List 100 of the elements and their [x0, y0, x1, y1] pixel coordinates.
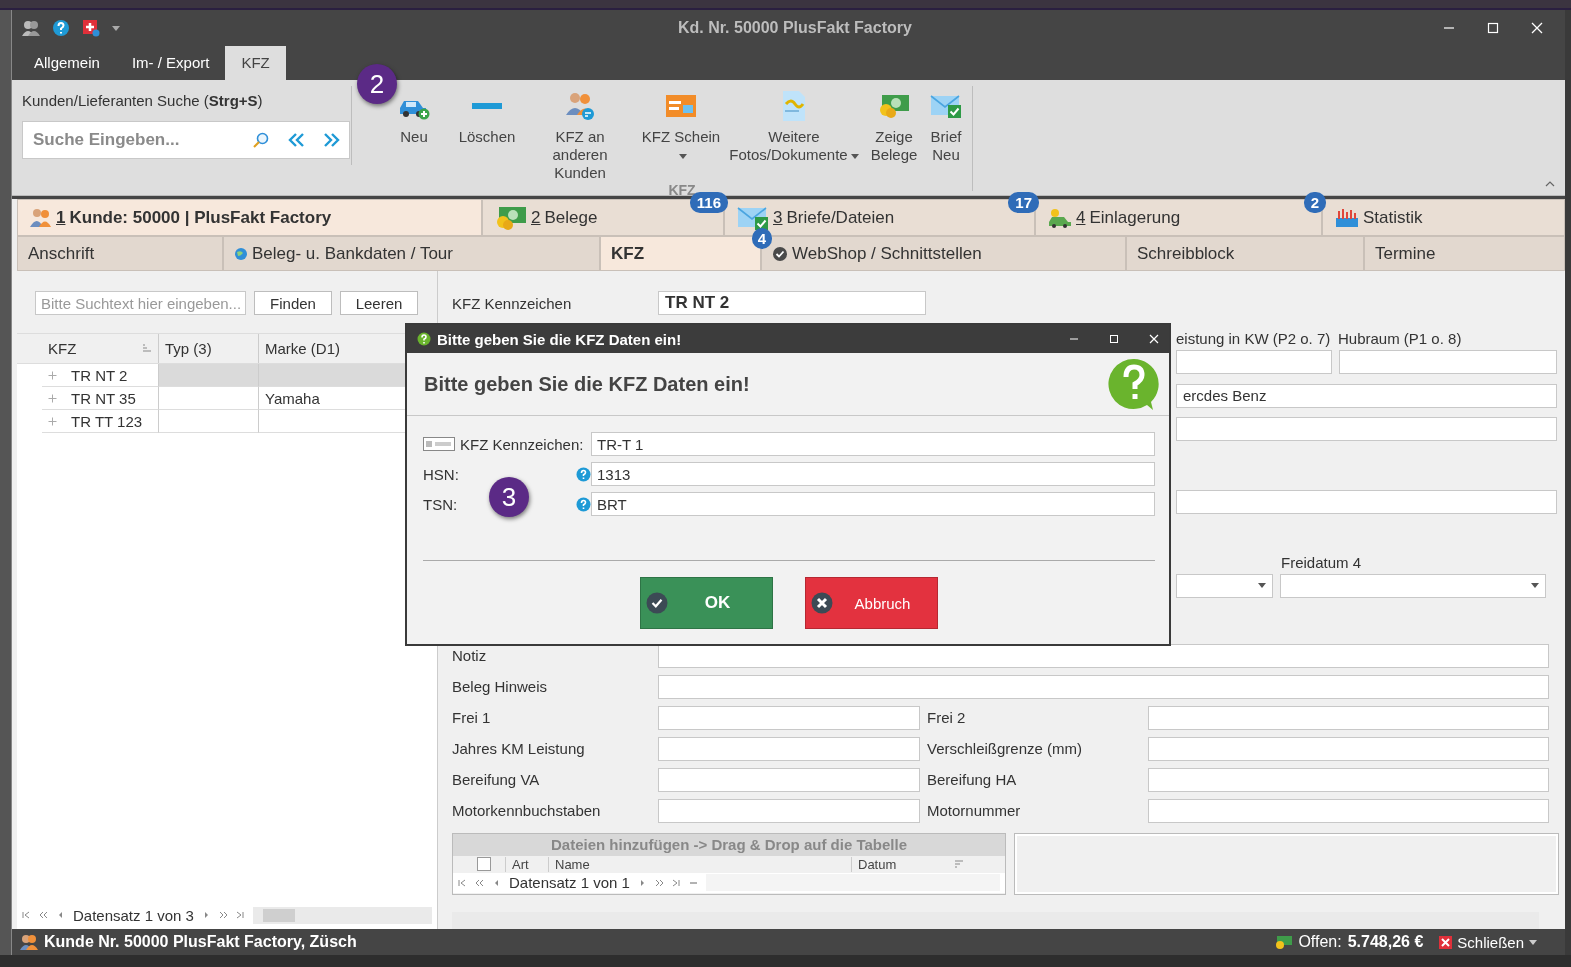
expand-icon[interactable]	[48, 370, 57, 380]
field-label: Motornummer	[926, 802, 1022, 820]
input-field[interactable]	[658, 643, 1549, 668]
input-field[interactable]	[1176, 489, 1557, 514]
input-field[interactable]	[1176, 349, 1332, 374]
search-bar[interactable]: Suche Eingeben...	[22, 121, 350, 159]
people-icon	[30, 207, 52, 228]
clear-button[interactable]: Leeren	[340, 291, 418, 315]
close-icon	[1439, 935, 1453, 949]
close-icon[interactable]	[1149, 334, 1159, 344]
ribbon-tab[interactable]: KFZ	[225, 46, 286, 80]
ribbon-button[interactable]: Löschen	[455, 86, 519, 146]
input-field[interactable]: BRT	[591, 492, 1155, 516]
find-button[interactable]: Finden	[254, 291, 332, 315]
search-icon[interactable]	[253, 132, 269, 148]
caret-icon	[112, 25, 120, 31]
ribbon-button[interactable]: Weitere Fotos/Dokumente	[729, 86, 859, 164]
last-record-icon[interactable]	[235, 911, 245, 919]
input-field[interactable]	[658, 798, 920, 823]
first-record-icon[interactable]	[22, 911, 31, 919]
record-counter: Datensatz 1 von 1	[509, 874, 630, 892]
expand-icon[interactable]	[48, 416, 57, 426]
field-label: Bereifung HA	[926, 771, 1018, 789]
collapse-icon[interactable]	[1545, 181, 1555, 187]
previous-page-icon[interactable]	[475, 878, 484, 887]
document-icon	[781, 90, 807, 122]
field-label: Frei 1	[452, 709, 492, 727]
tab[interactable]: Termine	[1364, 236, 1565, 271]
field-label: Verschleißgrenze (mm)	[926, 740, 1084, 758]
last-record-icon[interactable]	[671, 878, 681, 887]
question-bubble-icon	[1107, 357, 1161, 411]
scrollbar[interactable]	[252, 906, 432, 924]
scrollbar[interactable]	[452, 912, 1539, 929]
input-field[interactable]	[1148, 767, 1549, 792]
input-field[interactable]: ercdes Benz	[1176, 383, 1557, 408]
next-page-icon[interactable]	[218, 911, 228, 919]
input-field[interactable]: 1313	[591, 462, 1155, 486]
column-header[interactable]: KFZ	[42, 334, 159, 363]
input-field[interactable]	[1339, 349, 1557, 374]
license-plate-icon	[423, 437, 455, 451]
ribbon-button[interactable]: Neu	[398, 86, 430, 146]
column-header[interactable]: Name	[548, 856, 851, 872]
expand-icon[interactable]	[48, 393, 57, 403]
tab[interactable]: 1 Kunde: 50000 | PlusFakt Factory	[17, 199, 482, 236]
input-field[interactable]	[1148, 736, 1549, 761]
field-label: Hubraum (P1 o. 8)	[1338, 330, 1463, 348]
help-icon	[417, 332, 431, 346]
tab[interactable]: Schreibblock	[1126, 236, 1364, 271]
sort-icon[interactable]	[954, 859, 964, 869]
close-icon[interactable]	[1531, 22, 1543, 34]
cancel-button[interactable]: Abbruch	[805, 577, 938, 629]
ribbon-tab[interactable]: Im- / Export	[115, 46, 226, 80]
checkbox[interactable]	[477, 857, 491, 872]
table-cell: TR TT 123	[42, 410, 159, 433]
money-icon	[495, 204, 527, 231]
column-header[interactable]: Datum	[851, 856, 954, 872]
ribbon-tab[interactable]: Allgemein	[18, 46, 116, 80]
double-chevron-right-icon[interactable]	[323, 132, 341, 148]
column-header[interactable]: Art	[505, 856, 548, 872]
search-field[interactable]: Bitte Suchtext hier eingeben...	[35, 291, 246, 315]
people-icon[interactable]	[22, 20, 40, 36]
table-cell: TR NT 2	[42, 364, 159, 387]
maximize-icon[interactable]	[1109, 334, 1119, 344]
input-field[interactable]	[658, 705, 920, 730]
input-field[interactable]	[658, 674, 1549, 699]
input-field[interactable]	[1148, 705, 1549, 730]
flag-icon[interactable]	[82, 19, 100, 37]
input-field[interactable]	[658, 736, 920, 761]
ok-button[interactable]: OK	[640, 577, 773, 629]
field-label: Bereifung VA	[452, 771, 541, 789]
search-label: Kunden/Lieferanten Suche (Strg+S)	[22, 92, 264, 109]
caret-icon	[1531, 583, 1539, 589]
window-title: Kd. Nr. 50000 PlusFakt Factory	[677, 19, 913, 37]
tab[interactable]: Statistik	[1322, 199, 1565, 236]
ribbon-button[interactable]: Brief Neu	[926, 86, 966, 164]
globe-icon	[234, 246, 248, 261]
ribbon-button[interactable]: KFZ an anderen Kunden	[527, 86, 633, 182]
input-field[interactable]	[1148, 798, 1549, 823]
help-icon[interactable]	[52, 19, 70, 37]
ribbon-button[interactable]: Zeige Belege	[869, 86, 919, 164]
step-marker: 2	[357, 64, 397, 104]
ribbon-button[interactable]: KFZ Schein	[641, 86, 721, 164]
input-field[interactable]	[1176, 416, 1557, 441]
sort-icon[interactable]	[142, 344, 152, 353]
next-page-icon[interactable]	[654, 878, 664, 887]
input-field[interactable]	[658, 767, 920, 792]
input-field[interactable]: TR NT 2	[658, 291, 926, 316]
date-dropdown[interactable]	[1280, 573, 1546, 598]
field-label: KFZ Kennzeichen	[452, 294, 573, 312]
double-chevron-left-icon[interactable]	[287, 132, 305, 148]
first-record-icon[interactable]	[458, 878, 467, 887]
search-field[interactable]: Suche Eingeben...	[31, 129, 235, 151]
maximize-icon[interactable]	[1487, 22, 1499, 34]
column-header[interactable]: Typ (3)	[159, 334, 259, 363]
tab[interactable]: Beleg- u. Bankdaten / Tour	[223, 236, 600, 271]
tab[interactable]: Anschrift	[17, 236, 223, 271]
input-field[interactable]: TR-T 1	[591, 432, 1155, 456]
date-dropdown[interactable]	[1176, 573, 1273, 598]
close-button[interactable]: Schließen	[1439, 933, 1557, 951]
previous-page-icon[interactable]	[39, 911, 48, 919]
